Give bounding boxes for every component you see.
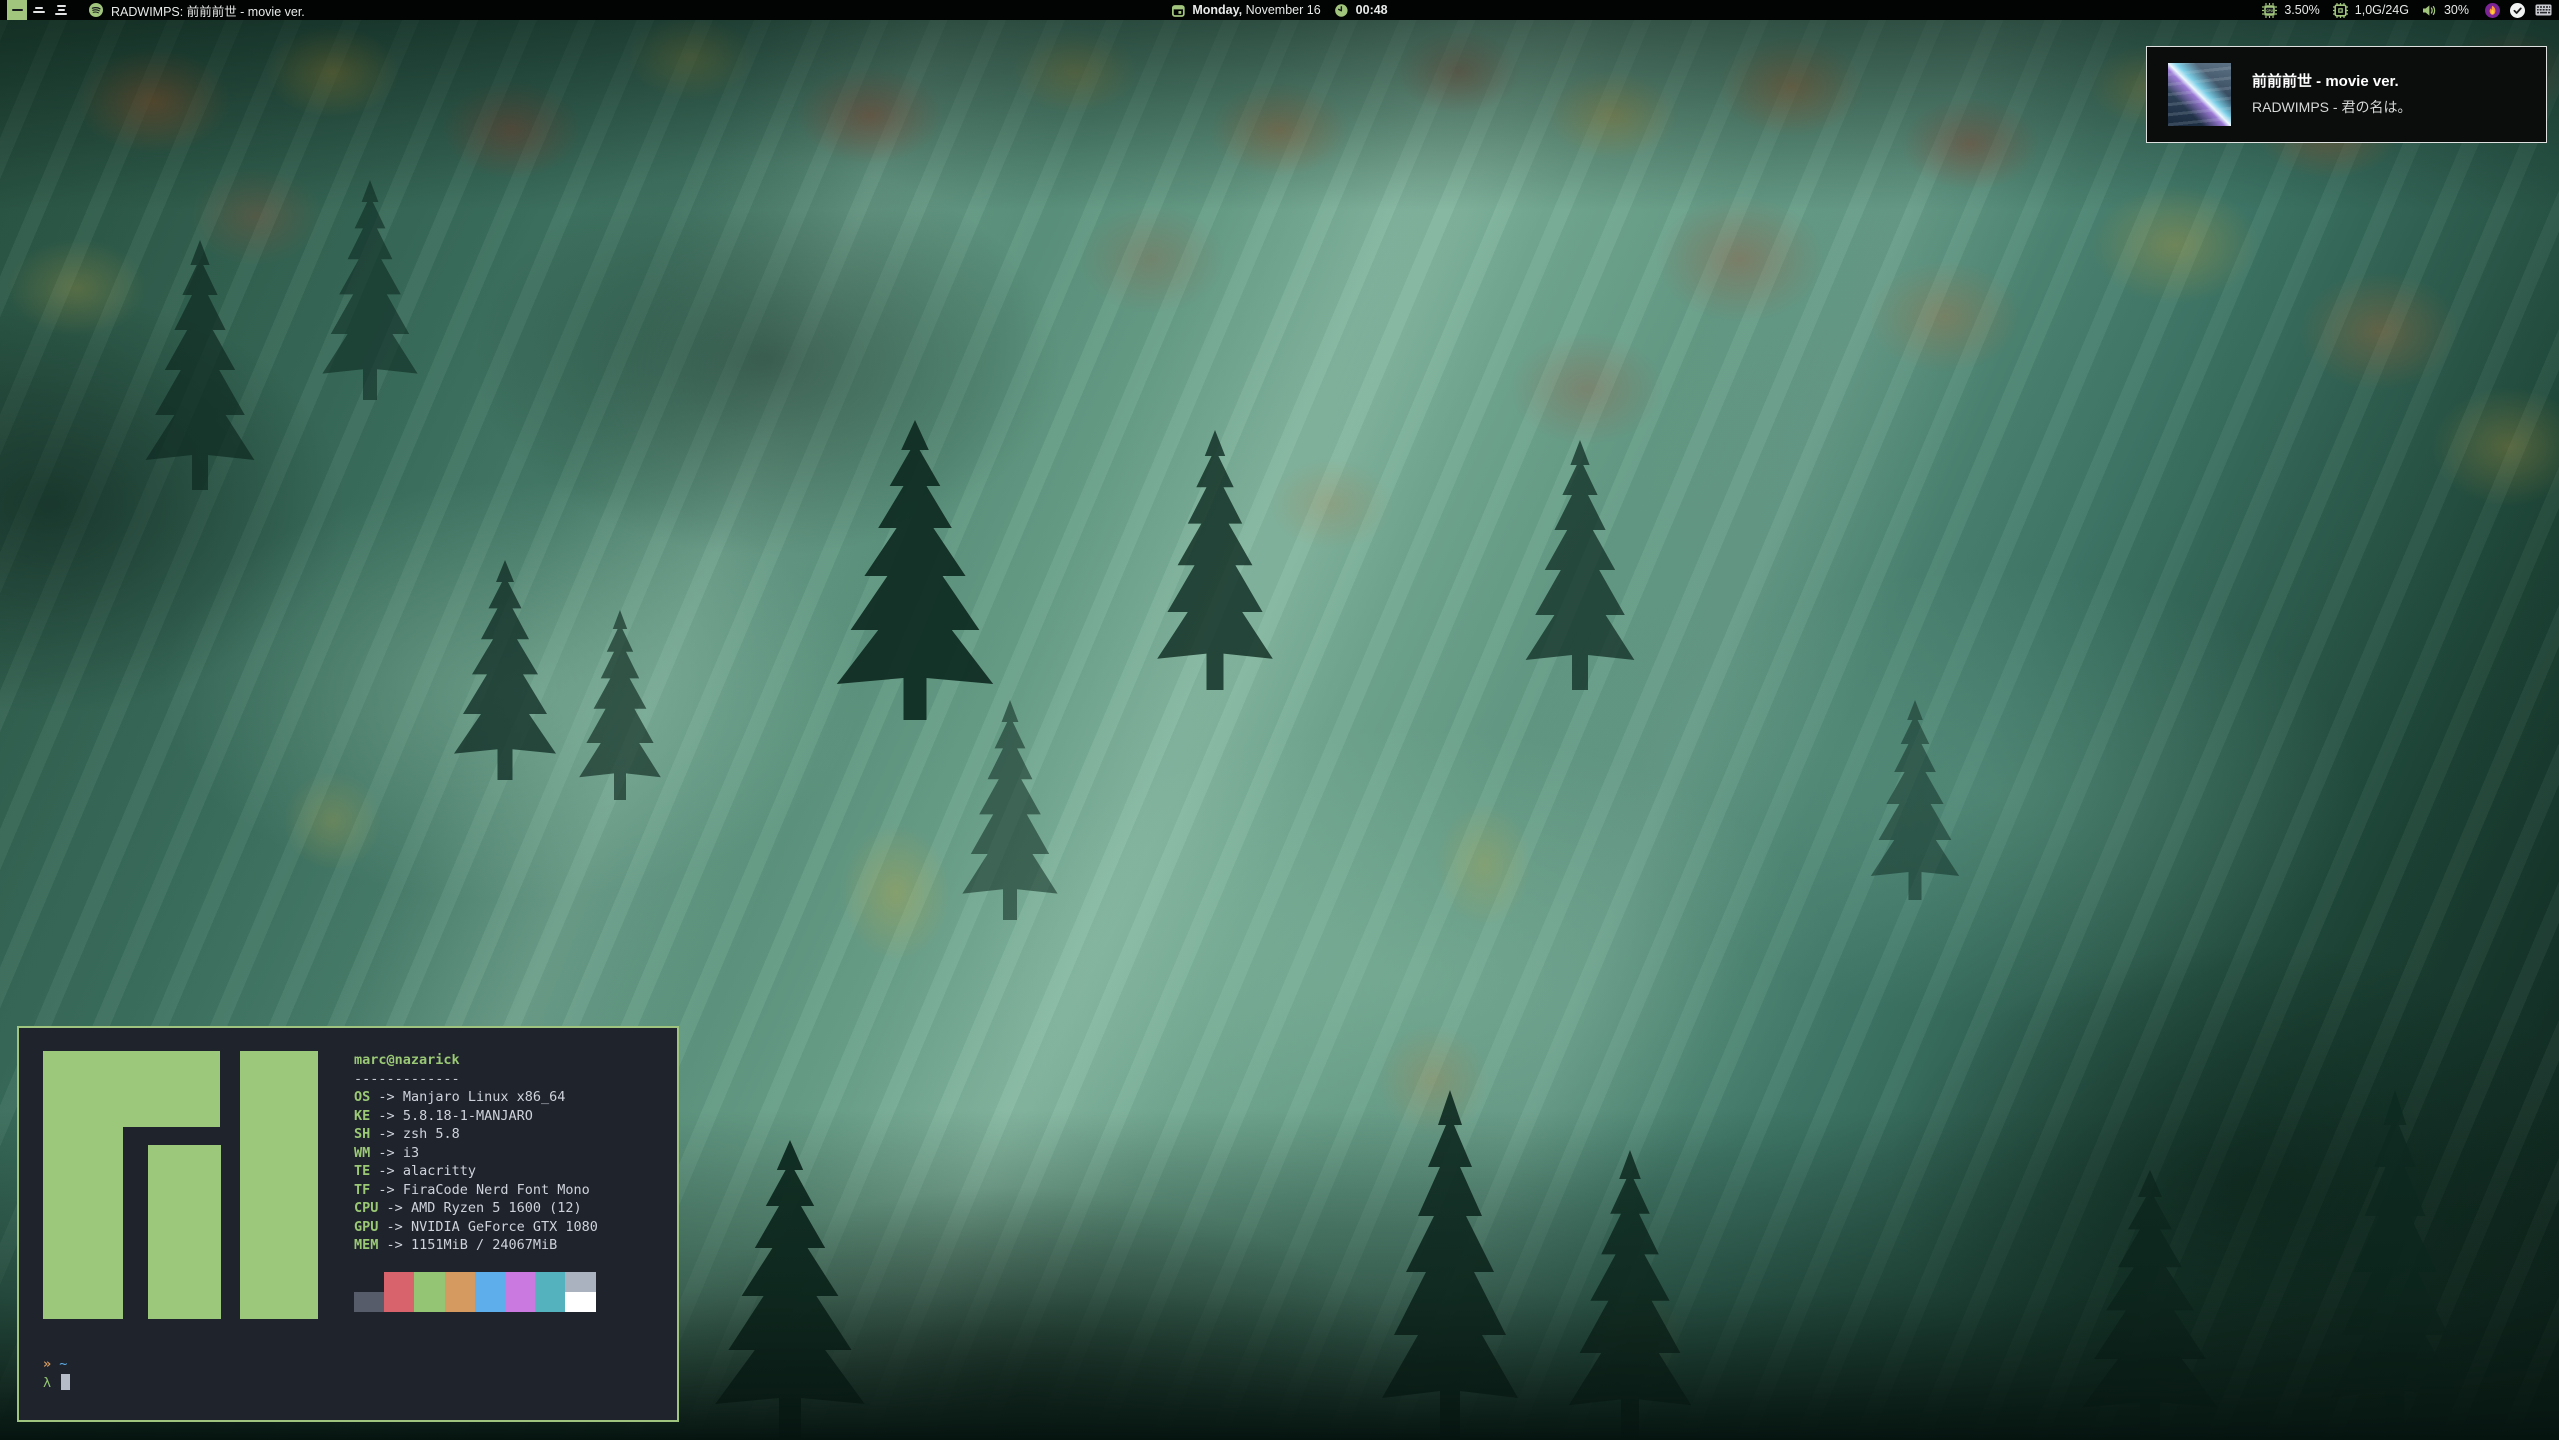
datetime-module: Monday, November 16 00:48 (1171, 0, 1387, 20)
volume-module[interactable]: 30% (2422, 3, 2469, 17)
verified-check-icon[interactable] (2510, 3, 2525, 18)
bar-right-modules: CPU 3.50% 1,0G/24G (2262, 3, 2552, 18)
terminal-color-palette (354, 1272, 598, 1312)
palette-swatch (535, 1272, 565, 1292)
user-host-label: marc@nazarick (354, 1051, 598, 1070)
info-line-cpu: CPU -> AMD Ryzen 5 1600 (12) (354, 1199, 598, 1218)
palette-swatch (505, 1272, 535, 1292)
palette-swatch (445, 1292, 475, 1312)
info-line-os: OS -> Manjaro Linux x86_64 (354, 1088, 598, 1107)
memory-usage-label: 1,0G/24G (2355, 3, 2409, 17)
date-label: Monday, November 16 (1192, 3, 1320, 17)
palette-swatch (535, 1292, 565, 1312)
cpu-usage-label: 3.50% (2284, 3, 2319, 17)
memory-chip-icon (2333, 3, 2348, 18)
palette-swatch (475, 1292, 505, 1312)
palette-swatch (354, 1292, 384, 1312)
now-playing-label: RADWIMPS: 前前前世 - movie ver. (111, 1, 305, 20)
spotify-icon (89, 3, 103, 17)
info-line-terminal: TE -> alacritty (354, 1162, 598, 1181)
palette-swatch (565, 1292, 595, 1312)
palette-swatch (475, 1272, 505, 1292)
workspace-2-button[interactable] (29, 0, 49, 20)
info-line-memory: MEM -> 1151MiB / 24067MiB (354, 1236, 598, 1255)
alacritty-terminal-window: marc@nazarick ------------- OS -> Manjar… (17, 1026, 679, 1422)
info-line-font: TF -> FiraCode Nerd Font Mono (354, 1181, 598, 1200)
palette-swatch (354, 1272, 384, 1292)
palette-swatch (505, 1292, 535, 1312)
palette-swatch (414, 1272, 444, 1292)
notification-text: 前前前世 - movie ver. RADWIMPS - 君の名は。 (2252, 74, 2411, 115)
info-line-gpu: GPU -> NVIDIA GeForce GTX 1080 (354, 1218, 598, 1237)
notification-title: 前前前世 - movie ver. (2252, 74, 2411, 91)
firefox-flame-icon[interactable] (2485, 3, 2500, 18)
speaker-icon (2422, 4, 2437, 17)
keyboard-layout-icon[interactable] (2535, 4, 2552, 16)
palette-swatch (384, 1272, 414, 1292)
clock-icon (1335, 4, 1348, 17)
bar-left-modules: RADWIMPS: 前前前世 - movie ver. (7, 0, 305, 20)
separator-line: ------------- (354, 1070, 598, 1089)
cpu-module: CPU 3.50% (2262, 3, 2319, 18)
notification-body: RADWIMPS - 君の名は。 (2252, 100, 2411, 115)
album-art-your-name (2168, 63, 2231, 126)
cpu-chip-icon: CPU (2262, 3, 2277, 18)
system-tray (2485, 3, 2552, 18)
prompt-input-line[interactable]: λ (43, 1374, 677, 1393)
info-line-kernel: KE -> 5.8.18-1-MANJARO (354, 1107, 598, 1126)
memory-module: 1,0G/24G (2333, 3, 2409, 18)
svg-text:CPU: CPU (2267, 9, 2274, 13)
prompt-path-line: » ~ (43, 1355, 677, 1374)
info-line-shell: SH -> zsh 5.8 (354, 1125, 598, 1144)
neofetch-output: marc@nazarick ------------- OS -> Manjar… (43, 1051, 677, 1319)
time-label: 00:48 (1356, 3, 1388, 17)
workspace-1-button[interactable] (7, 0, 27, 20)
spotify-now-playing-module[interactable]: RADWIMPS: 前前前世 - movie ver. (89, 1, 305, 20)
music-notification-popup[interactable]: 前前前世 - movie ver. RADWIMPS - 君の名は。 (2146, 46, 2547, 143)
manjaro-logo (43, 1051, 324, 1319)
palette-swatch (445, 1272, 475, 1292)
calendar-icon (1171, 4, 1184, 17)
palette-swatch (414, 1292, 444, 1312)
terminal-cursor (61, 1374, 70, 1390)
palette-swatch (384, 1292, 414, 1312)
workspace-3-button[interactable] (51, 0, 71, 20)
polybar-top-bar: RADWIMPS: 前前前世 - movie ver. Monday, Nove… (0, 0, 2559, 20)
volume-level-label: 30% (2444, 3, 2469, 17)
neofetch-info: marc@nazarick ------------- OS -> Manjar… (354, 1051, 598, 1312)
info-line-wm: WM -> i3 (354, 1144, 598, 1163)
shell-prompt[interactable]: » ~ λ (43, 1355, 677, 1393)
palette-swatch (565, 1272, 595, 1292)
